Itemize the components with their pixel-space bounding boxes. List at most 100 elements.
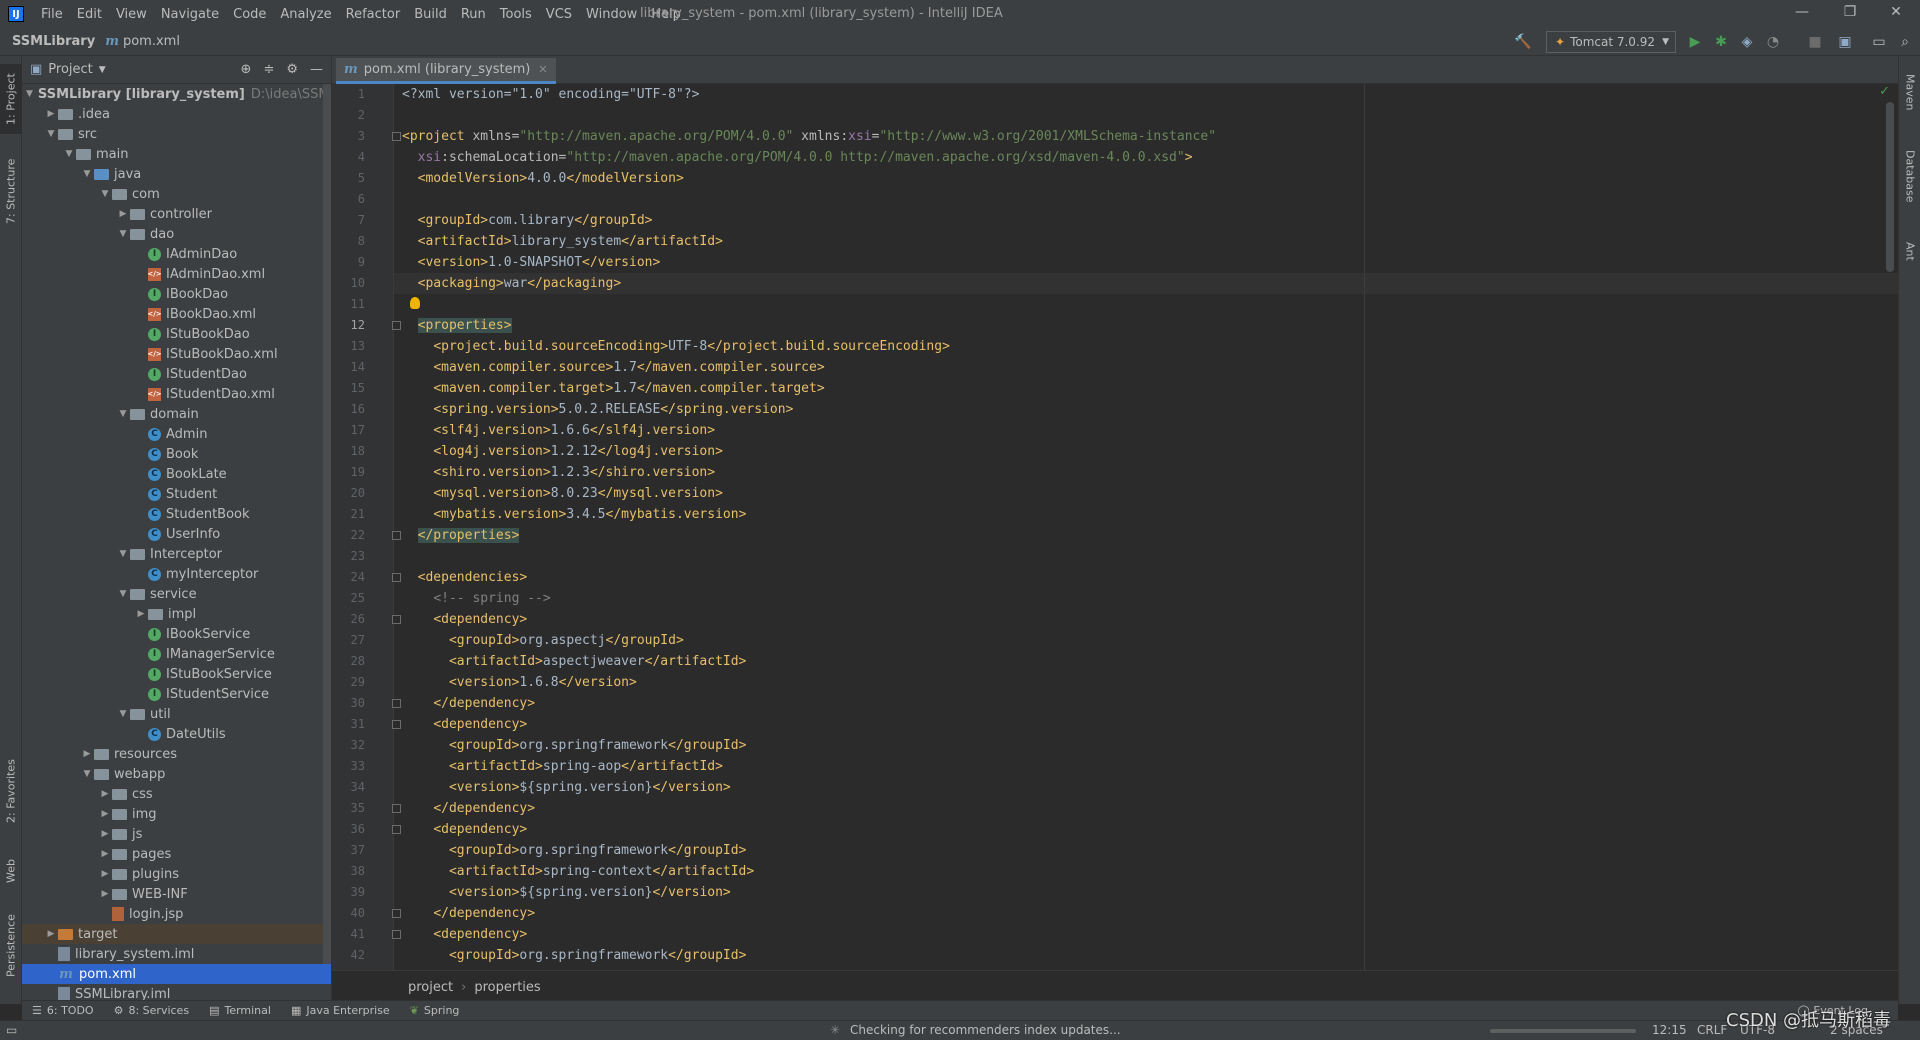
project-view-select[interactable]: Project <box>48 62 92 77</box>
menu-vcs[interactable]: VCS <box>539 7 579 22</box>
fold-marker-icon[interactable] <box>392 804 401 813</box>
menu-file[interactable]: File <box>34 7 70 22</box>
search-icon[interactable]: ⌕ <box>1896 33 1914 51</box>
tab-web-tool[interactable]: Web <box>0 846 22 896</box>
tree-item[interactable]: login.jsp <box>22 904 331 924</box>
expanded-arrow-icon[interactable]: ▼ <box>62 149 76 159</box>
tree-item[interactable]: C BookLate <box>22 464 331 484</box>
expanded-arrow-icon[interactable]: ▼ <box>116 229 130 239</box>
line-separator[interactable]: CRLF <box>1697 1023 1727 1037</box>
hide-panel-icon[interactable]: — <box>310 62 323 77</box>
stop-icon[interactable]: ■ <box>1806 33 1824 51</box>
debug-icon[interactable]: ✱ <box>1712 33 1730 51</box>
tree-item[interactable]: C Admin <box>22 424 331 444</box>
tree-item[interactable]: ▼ service <box>22 584 331 604</box>
tree-item[interactable]: ▼ domain <box>22 404 331 424</box>
tree-item[interactable]: ▶ .idea <box>22 104 331 124</box>
expanded-arrow-icon[interactable]: ▼ <box>116 589 130 599</box>
tree-item[interactable]: C Book <box>22 444 331 464</box>
status-toggle-icon[interactable]: ▭ <box>6 1023 17 1037</box>
restore-button[interactable]: ❐ <box>1840 4 1860 24</box>
minimize-button[interactable]: — <box>1792 4 1812 24</box>
collapsed-arrow-icon[interactable]: ▶ <box>98 849 112 859</box>
tree-item[interactable]: ▼ java <box>22 164 331 184</box>
collapsed-arrow-icon[interactable]: ▶ <box>98 889 112 899</box>
tree-item[interactable]: ▶ plugins <box>22 864 331 884</box>
fold-marker-icon[interactable] <box>392 909 401 918</box>
expanded-arrow-icon[interactable]: ▼ <box>116 409 130 419</box>
tab-terminal[interactable]: ▤ Terminal <box>209 1004 271 1017</box>
fold-marker-icon[interactable] <box>392 615 401 624</box>
fold-marker-icon[interactable] <box>392 321 401 330</box>
expanded-arrow-icon[interactable]: ▼ <box>26 89 33 99</box>
expanded-arrow-icon[interactable]: ▼ <box>80 169 94 179</box>
nav-project-crumb[interactable]: SSMLibrary <box>12 34 95 49</box>
collapsed-arrow-icon[interactable]: ▶ <box>44 109 58 119</box>
build-hammer-icon[interactable]: 🔨 <box>1514 33 1532 51</box>
menu-analyze[interactable]: Analyze <box>273 7 338 22</box>
fold-marker-icon[interactable] <box>392 930 401 939</box>
tab-services[interactable]: ⚙ 8: Services <box>114 1004 189 1017</box>
tab-pom-xml[interactable]: m pom.xml (library_system) ✕ <box>336 58 556 84</box>
menu-build[interactable]: Build <box>407 7 454 22</box>
code-editor[interactable]: 1 2 3 4 5 6 7 8 9 10 11 12 13 14 15 16 17 18 19 20 21 22 23 24 2… <box>332 84 1898 970</box>
run-icon[interactable]: ▶ <box>1686 33 1704 51</box>
tree-item[interactable]: I IManagerService <box>22 644 331 664</box>
close-window-button[interactable]: ✕ <box>1886 4 1906 24</box>
tree-item[interactable]: ▶ WEB-INF <box>22 884 331 904</box>
close-icon[interactable]: ✕ <box>538 63 547 76</box>
tab-ant-tool[interactable]: Ant <box>1899 226 1920 276</box>
tree-item[interactable]: ▶ impl <box>22 604 331 624</box>
tree-item[interactable]: C DateUtils <box>22 724 331 744</box>
collapsed-arrow-icon[interactable]: ▶ <box>44 929 58 939</box>
expanded-arrow-icon[interactable]: ▼ <box>116 709 130 719</box>
fold-marker-icon[interactable] <box>392 825 401 834</box>
breadcrumb-properties[interactable]: properties <box>474 980 540 995</box>
tab-favorites-tool[interactable]: 2: Favorites <box>0 746 22 836</box>
tree-item[interactable]: I IBookService <box>22 624 331 644</box>
tree-item[interactable]: I IAdminDao <box>22 244 331 264</box>
gear-icon[interactable]: ⚙ <box>286 62 298 77</box>
tree-item[interactable]: ▼ Interceptor <box>22 544 331 564</box>
collapsed-arrow-icon[interactable]: ▶ <box>98 789 112 799</box>
tab-maven-tool[interactable]: Maven <box>1899 62 1920 122</box>
collapsed-arrow-icon[interactable]: ▶ <box>116 209 130 219</box>
fold-marker-icon[interactable] <box>392 699 401 708</box>
tree-item[interactable]: ▼ SSMLibrary [library_system] D:\idea\SSML… <box>22 84 331 104</box>
profile-icon[interactable]: ◔ <box>1764 33 1782 51</box>
fold-marker-icon[interactable] <box>392 720 401 729</box>
menu-navigate[interactable]: Navigate <box>154 7 226 22</box>
nav-file-crumb[interactable]: pom.xml <box>123 34 180 49</box>
tree-item[interactable]: </> IBookDao.xml <box>22 304 331 324</box>
lightbulb-icon[interactable] <box>410 297 420 309</box>
tree-item[interactable]: ▶ css <box>22 784 331 804</box>
layout-icon[interactable]: ▭ <box>1870 33 1888 51</box>
tree-item[interactable]: I IStuBookService <box>22 664 331 684</box>
locate-file-icon[interactable]: ⊕ <box>241 62 252 77</box>
tree-item[interactable]: ▶ controller <box>22 204 331 224</box>
expanded-arrow-icon[interactable]: ▼ <box>98 189 112 199</box>
tree-item[interactable]: I IBookDao <box>22 284 331 304</box>
tree-item[interactable]: ▶ target <box>22 924 331 944</box>
project-structure-icon[interactable]: ▣ <box>1836 33 1854 51</box>
menu-edit[interactable]: Edit <box>70 7 109 22</box>
tab-java-enterprise[interactable]: ▦ Java Enterprise <box>291 1004 390 1017</box>
menu-refactor[interactable]: Refactor <box>339 7 408 22</box>
tree-item[interactable]: ▼ com <box>22 184 331 204</box>
tab-persistence-tool[interactable]: Persistence <box>0 906 22 986</box>
tab-todo[interactable]: ☰ 6: TODO <box>32 1004 94 1017</box>
fold-marker-icon[interactable] <box>392 132 401 141</box>
tree-item[interactable]: ▶ img <box>22 804 331 824</box>
tab-project-tool[interactable]: 1: Project <box>0 64 22 134</box>
menu-view[interactable]: View <box>109 7 154 22</box>
tree-item[interactable]: </> IAdminDao.xml <box>22 264 331 284</box>
project-tree-scrollbar[interactable] <box>323 84 331 964</box>
tree-item[interactable]: C StudentBook <box>22 504 331 524</box>
menu-code[interactable]: Code <box>226 7 273 22</box>
menu-window[interactable]: Window <box>579 7 644 22</box>
tree-item[interactable]: ▼ webapp <box>22 764 331 784</box>
menu-run[interactable]: Run <box>454 7 493 22</box>
caret-position[interactable]: 12:15 <box>1652 1023 1687 1037</box>
coverage-icon[interactable]: ◈ <box>1738 33 1756 51</box>
collapse-all-icon[interactable]: ≑ <box>263 62 274 77</box>
